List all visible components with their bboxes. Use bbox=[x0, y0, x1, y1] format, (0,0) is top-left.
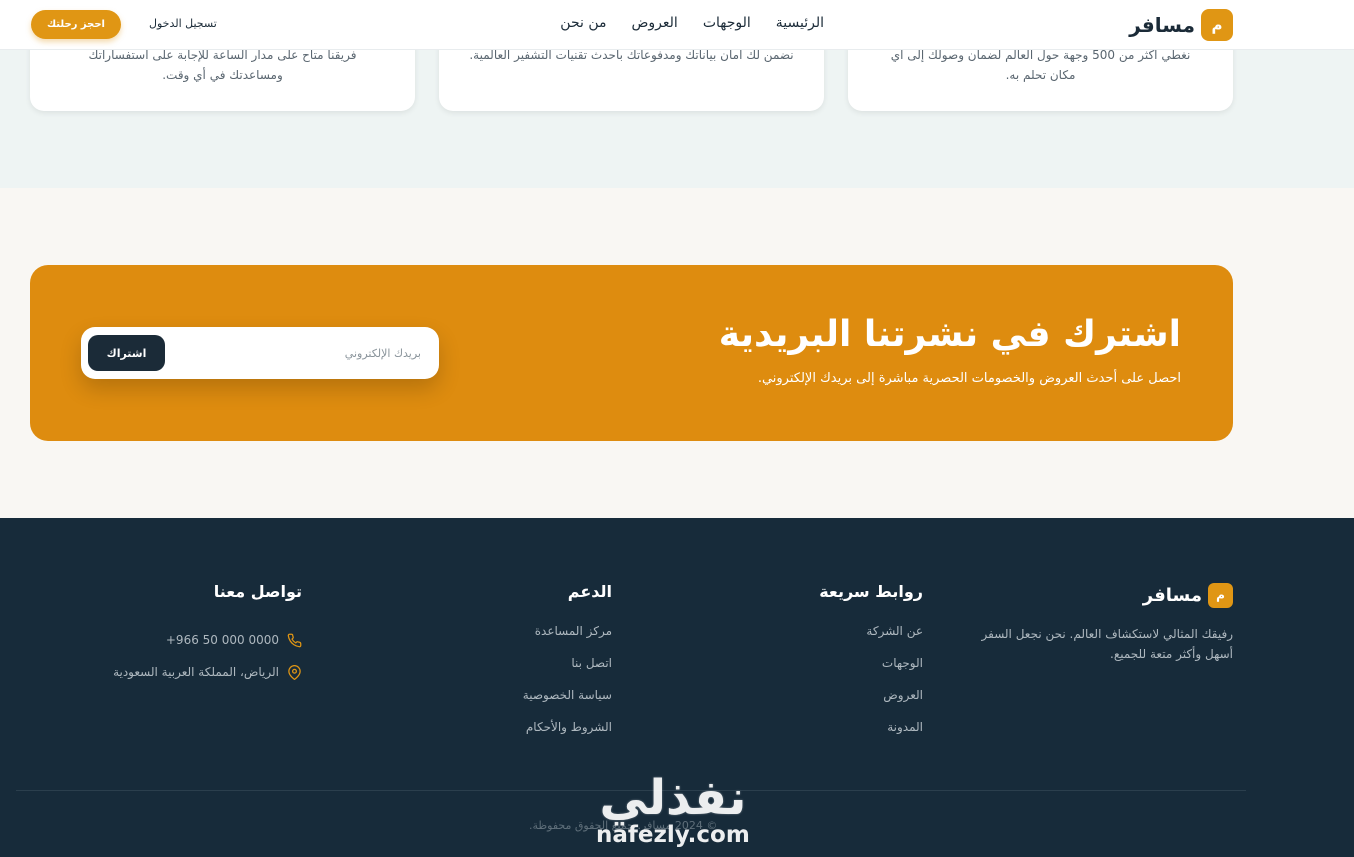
footer-link-privacy[interactable]: سياسة الخصوصية bbox=[523, 688, 612, 720]
footer-link-contact[interactable]: اتصل بنا bbox=[523, 656, 612, 688]
nafezly-watermark: نفذلي nafezly.com bbox=[596, 770, 750, 848]
logo-icon: م bbox=[1201, 8, 1233, 41]
footer-support: الدعم مركز المساعدة اتصل بنا سياسة الخصو… bbox=[523, 582, 612, 752]
footer-logo-icon: م bbox=[1208, 582, 1233, 608]
newsletter-banner: اشترك في نشرتنا البريدية احصل على أحدث ا… bbox=[30, 265, 1233, 441]
nav-link-destinations[interactable]: الوجهات bbox=[703, 15, 751, 31]
footer-link-terms[interactable]: الشروط والأحكام bbox=[523, 720, 612, 752]
contact-phone[interactable]: +966 50 000 0000 bbox=[113, 624, 302, 656]
address-text: الرياض، المملكة العربية السعودية bbox=[113, 665, 279, 679]
nav-link-about[interactable]: من نحن bbox=[560, 15, 606, 31]
footer-heading: تواصل معنا bbox=[213, 582, 302, 601]
footer-link-help-center[interactable]: مركز المساعدة bbox=[523, 624, 612, 656]
footer-heading: الدعم bbox=[567, 582, 612, 601]
nav-link-home[interactable]: الرئيسية bbox=[776, 15, 824, 31]
nav-links: الرئيسية الوجهات العروض من نحن bbox=[560, 15, 824, 31]
subscribe-button[interactable]: اشتراك bbox=[88, 335, 165, 371]
nav-link-offers[interactable]: العروض bbox=[631, 15, 677, 31]
footer-link-company[interactable]: عن الشركة bbox=[819, 624, 923, 656]
watermark-arabic: نفذلي bbox=[599, 770, 747, 826]
phone-number: +966 50 000 0000 bbox=[165, 633, 279, 647]
newsletter-form: اشتراك bbox=[81, 327, 439, 379]
book-trip-button[interactable]: احجز رحلتك bbox=[31, 10, 121, 39]
phone-icon bbox=[287, 633, 302, 647]
newsletter-title: اشترك في نشرتنا البريدية bbox=[718, 314, 1181, 355]
feature-card-text: فريقنا متاح على مدار الساعة للإجابة على … bbox=[88, 48, 357, 82]
footer-link-destinations[interactable]: الوجهات bbox=[819, 656, 923, 688]
footer-link-blog[interactable]: المدونة bbox=[819, 720, 923, 752]
login-link[interactable]: تسجيل الدخول bbox=[149, 17, 217, 30]
footer-contact: تواصل معنا +966 50 000 0000 الرياض، المم… bbox=[113, 582, 302, 688]
navbar: م مسافر الرئيسية الوجهات العروض من نحن ت… bbox=[0, 0, 1354, 50]
site-logo[interactable]: م مسافر bbox=[1129, 8, 1233, 41]
newsletter-subtitle: احصل على أحدث العروض والخصومات الحصرية م… bbox=[757, 371, 1181, 386]
footer-quick-links: روابط سريعة عن الشركة الوجهات العروض الم… bbox=[819, 582, 923, 752]
feature-card-text: نغطي أكثر من 500 وجهة حول العالم لضمان و… bbox=[890, 48, 1191, 82]
watermark-latin: nafezly.com bbox=[596, 822, 750, 848]
footer-link-offers[interactable]: العروض bbox=[819, 688, 923, 720]
footer-brand: م مسافر رفيقك المثالي لاستكشاف العالم. ن… bbox=[953, 582, 1233, 664]
contact-address: الرياض، المملكة العربية السعودية bbox=[113, 656, 302, 688]
footer-brand-name: مسافر bbox=[1142, 584, 1202, 606]
email-input[interactable] bbox=[191, 327, 421, 379]
location-pin-icon bbox=[288, 664, 301, 680]
logo-text: مسافر bbox=[1129, 12, 1195, 37]
footer-description: رفيقك المثالي لاستكشاف العالم. نحن نجعل … bbox=[981, 627, 1234, 661]
footer-heading: روابط سريعة bbox=[819, 582, 923, 601]
